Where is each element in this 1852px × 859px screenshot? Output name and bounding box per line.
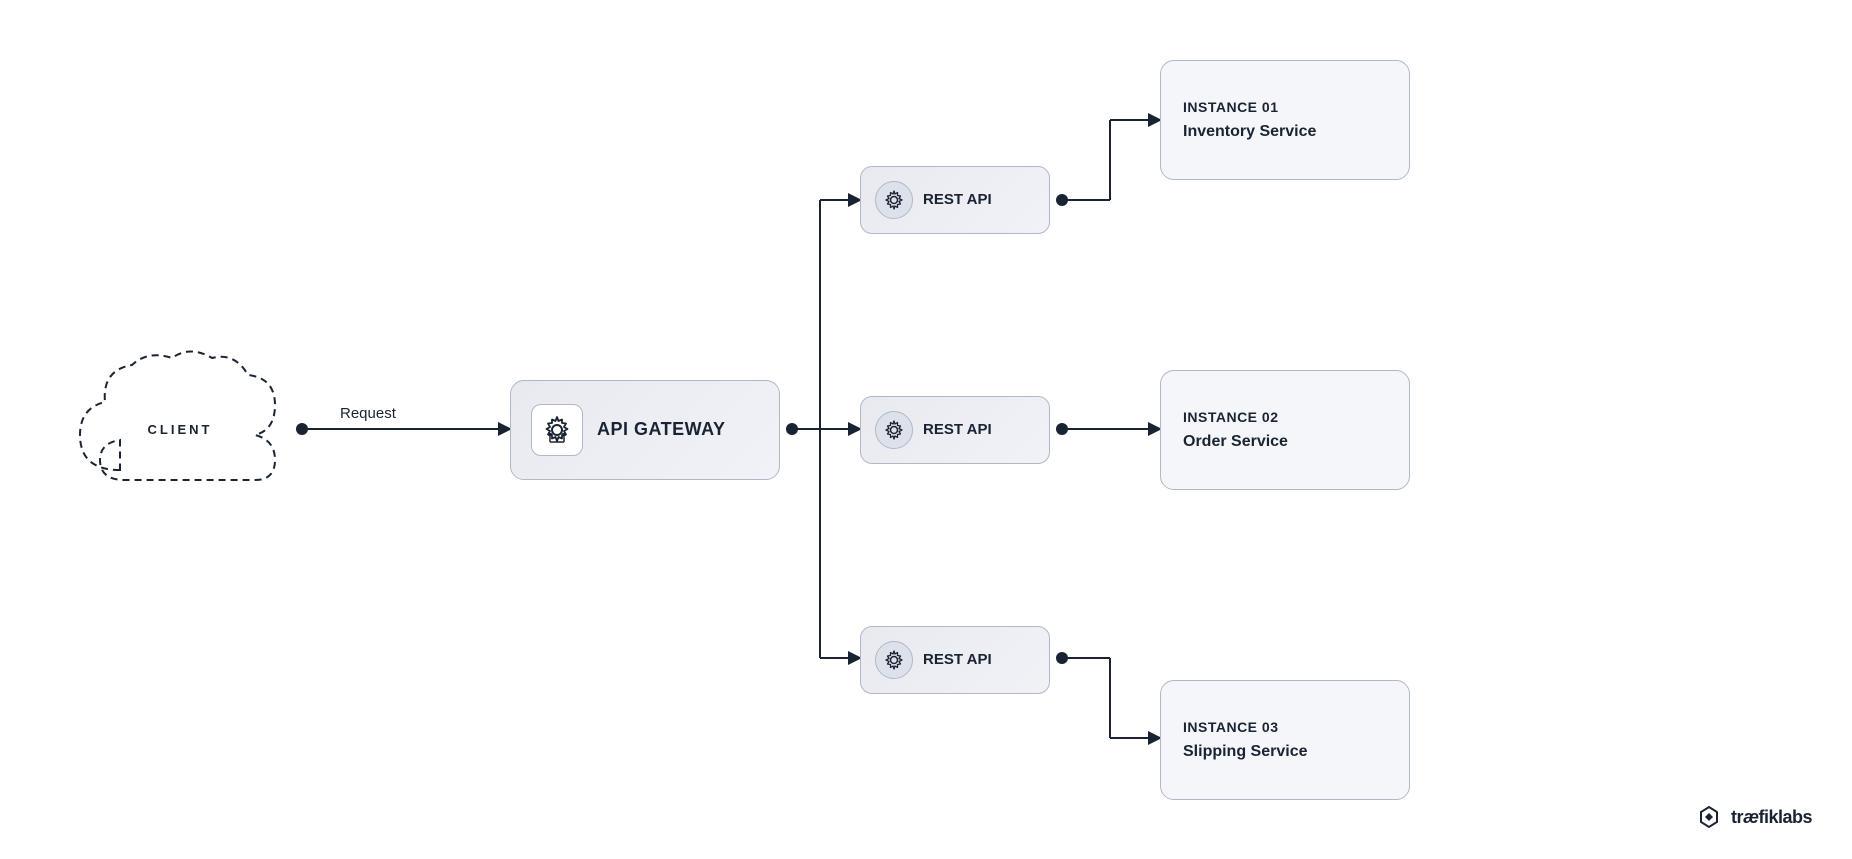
instance-1-title: INSTANCE 01 — [1183, 99, 1387, 115]
rest-api-2-gear-icon — [883, 419, 905, 441]
gateway-gear-icon — [540, 413, 574, 447]
instance-2-title: INSTANCE 02 — [1183, 409, 1387, 425]
instance-node-3: INSTANCE 03 Slipping Service — [1160, 680, 1410, 800]
rest-api-2-label: REST API — [923, 421, 992, 438]
rest-api-node-1: REST API — [860, 166, 1050, 234]
rest-api-1-icon — [875, 181, 913, 219]
client-node: CLIENT — [60, 340, 300, 520]
rest-api-2-icon — [875, 411, 913, 449]
rest-api-node-3: REST API — [860, 626, 1050, 694]
instance-2-subtitle: Order Service — [1183, 433, 1387, 451]
rest-api-3-icon — [875, 641, 913, 679]
instance-3-subtitle: Slipping Service — [1183, 743, 1387, 761]
rest-api-1-gear-icon — [883, 189, 905, 211]
gateway-icon-box — [531, 404, 583, 456]
instance-1-subtitle: Inventory Service — [1183, 123, 1387, 141]
request-label: Request — [340, 405, 396, 422]
client-label: CLIENT — [148, 422, 213, 437]
gateway-node: API GATEWAY — [510, 380, 780, 480]
instance-3-title: INSTANCE 03 — [1183, 719, 1387, 735]
instance-node-2: INSTANCE 02 Order Service — [1160, 370, 1410, 490]
gateway-label: API GATEWAY — [597, 419, 726, 440]
diagram-container: CLIENT Request API GATEWAY REST API — [0, 0, 1852, 859]
rest-api-1-label: REST API — [923, 191, 992, 208]
rest-api-node-2: REST API — [860, 396, 1050, 464]
cloud-path — [80, 351, 275, 480]
rest-api-3-label: REST API — [923, 651, 992, 668]
traefiklabs-logo-text: træfiklabs — [1731, 807, 1812, 828]
logo-area: træfiklabs — [1695, 803, 1812, 831]
traefiklabs-icon — [1695, 803, 1723, 831]
rest-api-3-gear-icon — [883, 649, 905, 671]
instance-node-1: INSTANCE 01 Inventory Service — [1160, 60, 1410, 180]
